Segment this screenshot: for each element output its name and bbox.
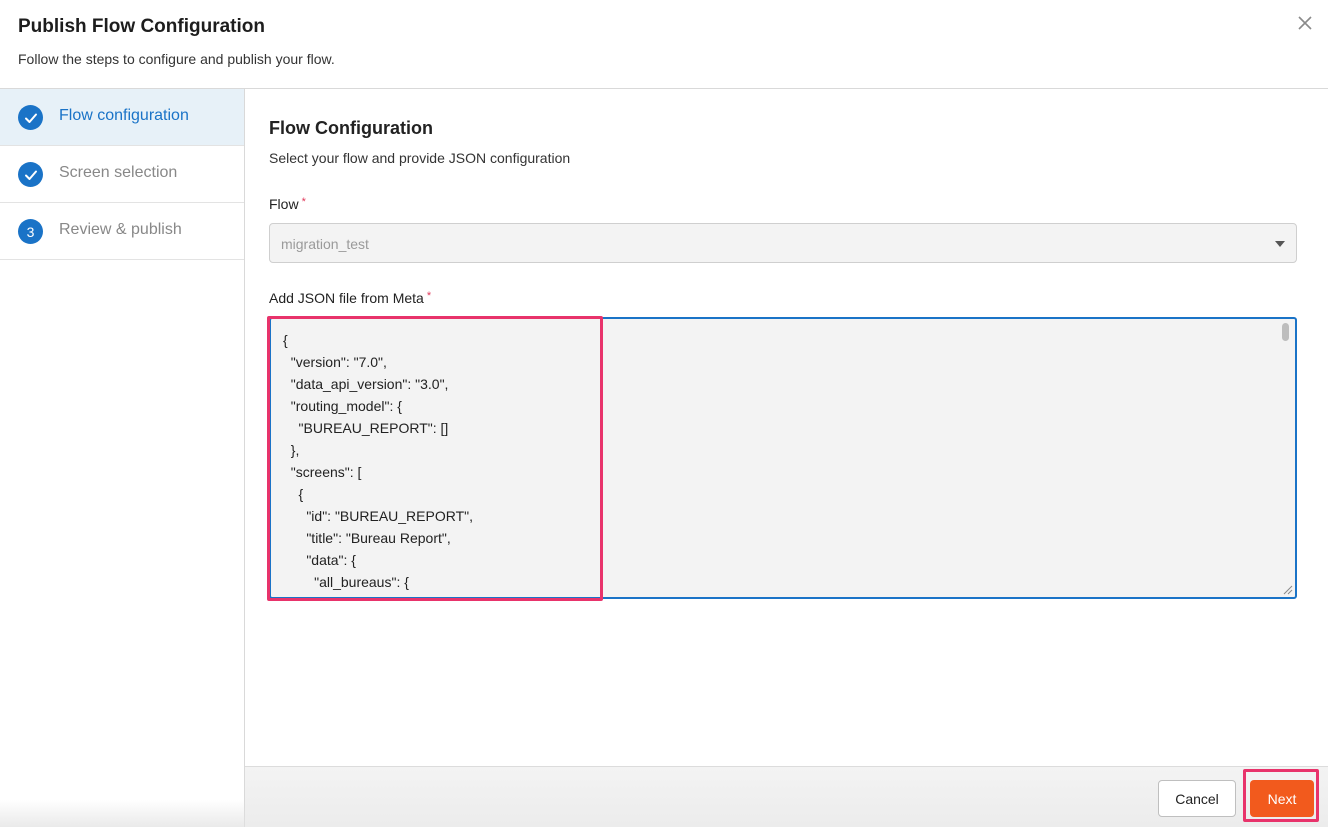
flow-label: Flow * bbox=[269, 196, 306, 212]
close-icon[interactable] bbox=[1294, 12, 1316, 34]
step-label: Flow configuration bbox=[59, 107, 189, 124]
next-button[interactable]: Next bbox=[1250, 780, 1314, 817]
step-review-publish[interactable]: 3 Review & publish bbox=[0, 203, 244, 260]
json-label-text: Add JSON file from Meta bbox=[269, 290, 424, 306]
flow-select-value: migration_test bbox=[281, 236, 369, 252]
step-number-badge: 3 bbox=[18, 219, 43, 244]
step-label: Screen selection bbox=[59, 164, 178, 181]
check-icon bbox=[18, 162, 43, 187]
section-title: Flow Configuration bbox=[269, 118, 433, 138]
caret-down-icon bbox=[1275, 241, 1285, 247]
steps-sidebar: Flow configuration Screen selection 3 Re… bbox=[0, 89, 245, 827]
dialog-footer: Cancel Next bbox=[245, 766, 1328, 827]
cancel-button[interactable]: Cancel bbox=[1158, 780, 1236, 817]
dialog-title: Publish Flow Configuration bbox=[18, 16, 265, 37]
step-screen-selection[interactable]: Screen selection bbox=[0, 146, 244, 203]
flow-label-text: Flow bbox=[269, 196, 299, 212]
required-marker: * bbox=[301, 196, 306, 208]
flow-select[interactable]: migration_test bbox=[269, 223, 1297, 263]
step-flow-configuration[interactable]: Flow configuration bbox=[0, 89, 244, 146]
scrollbar-thumb[interactable] bbox=[1282, 323, 1289, 341]
section-subtitle: Select your flow and provide JSON config… bbox=[269, 150, 571, 166]
json-label: Add JSON file from Meta * bbox=[269, 290, 431, 306]
json-content: { "version": "7.0", "data_api_version": … bbox=[283, 332, 473, 597]
dialog-header: Publish Flow Configuration Follow the st… bbox=[0, 0, 1328, 89]
dialog-subtitle: Follow the steps to configure and publis… bbox=[18, 51, 335, 67]
check-icon bbox=[18, 105, 43, 130]
required-marker: * bbox=[426, 290, 432, 302]
main-content: Flow Configuration Select your flow and … bbox=[245, 89, 1328, 766]
json-textarea[interactable]: { "version": "7.0", "data_api_version": … bbox=[269, 317, 1297, 599]
step-label: Review & publish bbox=[59, 221, 182, 238]
resize-handle-icon[interactable] bbox=[1281, 583, 1293, 595]
